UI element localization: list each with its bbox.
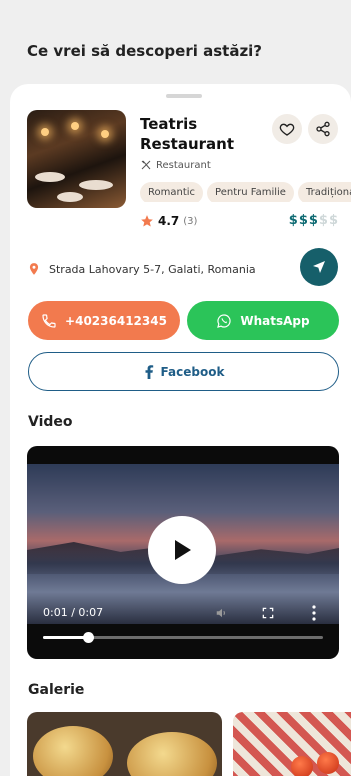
video-progress-bar[interactable] bbox=[43, 632, 323, 643]
rating-value: 4.7 bbox=[158, 214, 180, 228]
facebook-button[interactable]: Facebook bbox=[28, 352, 339, 391]
navigation-arrow-icon bbox=[313, 261, 325, 273]
tag-list: RomanticPentru FamilieTradițional bbox=[140, 180, 351, 202]
gallery-image[interactable] bbox=[27, 712, 222, 776]
sheet-drag-handle[interactable] bbox=[166, 94, 202, 98]
video-section-title: Video bbox=[28, 414, 73, 430]
location-pin-icon bbox=[29, 263, 39, 275]
top-bar: Ce vrei să descoperi astăzi? bbox=[0, 0, 351, 90]
heart-icon bbox=[279, 123, 295, 136]
share-button[interactable] bbox=[308, 114, 338, 144]
video-player[interactable]: 0:01 / 0:07 bbox=[27, 446, 339, 659]
video-progress-thumb[interactable] bbox=[82, 632, 94, 643]
price-symbol: $ bbox=[328, 213, 339, 228]
navigate-button[interactable] bbox=[300, 248, 338, 286]
place-thumbnail[interactable] bbox=[27, 110, 126, 208]
category-label: Restaurant bbox=[156, 159, 211, 171]
price-symbol: $ bbox=[308, 213, 319, 228]
gallery-image[interactable] bbox=[233, 712, 351, 776]
place-category: Restaurant bbox=[140, 159, 211, 171]
share-icon bbox=[316, 121, 330, 137]
tag[interactable]: Romantic bbox=[140, 182, 204, 202]
tag[interactable]: Tradițional bbox=[297, 182, 351, 202]
address-row[interactable]: Strada Lahovary 5-7, Galati, Romania bbox=[27, 262, 256, 276]
price-level: $$$$$ bbox=[289, 213, 339, 228]
rating-count: (3) bbox=[183, 215, 198, 227]
more-vertical-icon[interactable] bbox=[311, 605, 317, 621]
page-title: Ce vrei să descoperi astăzi? bbox=[27, 42, 263, 60]
whatsapp-icon bbox=[217, 313, 232, 328]
volume-icon[interactable] bbox=[215, 606, 229, 620]
video-time: 0:01 / 0:07 bbox=[43, 606, 104, 619]
facebook-label: Facebook bbox=[160, 364, 225, 379]
place-name: Teatris Restaurant bbox=[140, 115, 234, 153]
price-symbol: $ bbox=[288, 213, 299, 228]
call-button[interactable]: +40236412345 bbox=[28, 301, 180, 340]
tag[interactable]: Pentru Familie bbox=[207, 182, 294, 202]
whatsapp-button[interactable]: WhatsApp bbox=[187, 301, 339, 340]
utensils-icon bbox=[141, 160, 151, 170]
play-icon bbox=[175, 540, 191, 560]
whatsapp-label: WhatsApp bbox=[240, 313, 310, 328]
call-label: +40236412345 bbox=[65, 313, 167, 328]
fullscreen-icon[interactable] bbox=[261, 606, 275, 620]
phone-icon bbox=[42, 313, 56, 328]
place-detail-sheet: Teatris Restaurant Restaurant Romantic Pe… bbox=[10, 84, 351, 776]
rating: 4.7 (3) bbox=[140, 214, 197, 228]
play-button[interactable] bbox=[148, 516, 216, 584]
price-symbol: $ bbox=[318, 213, 329, 228]
star-icon bbox=[141, 215, 153, 227]
price-symbol: $ bbox=[298, 213, 309, 228]
facebook-icon bbox=[145, 364, 153, 379]
favorite-button[interactable] bbox=[272, 114, 302, 144]
address-text: Strada Lahovary 5-7, Galati, Romania bbox=[49, 262, 256, 276]
video-progress-fill bbox=[43, 636, 88, 639]
gallery-section-title: Galerie bbox=[28, 682, 85, 698]
